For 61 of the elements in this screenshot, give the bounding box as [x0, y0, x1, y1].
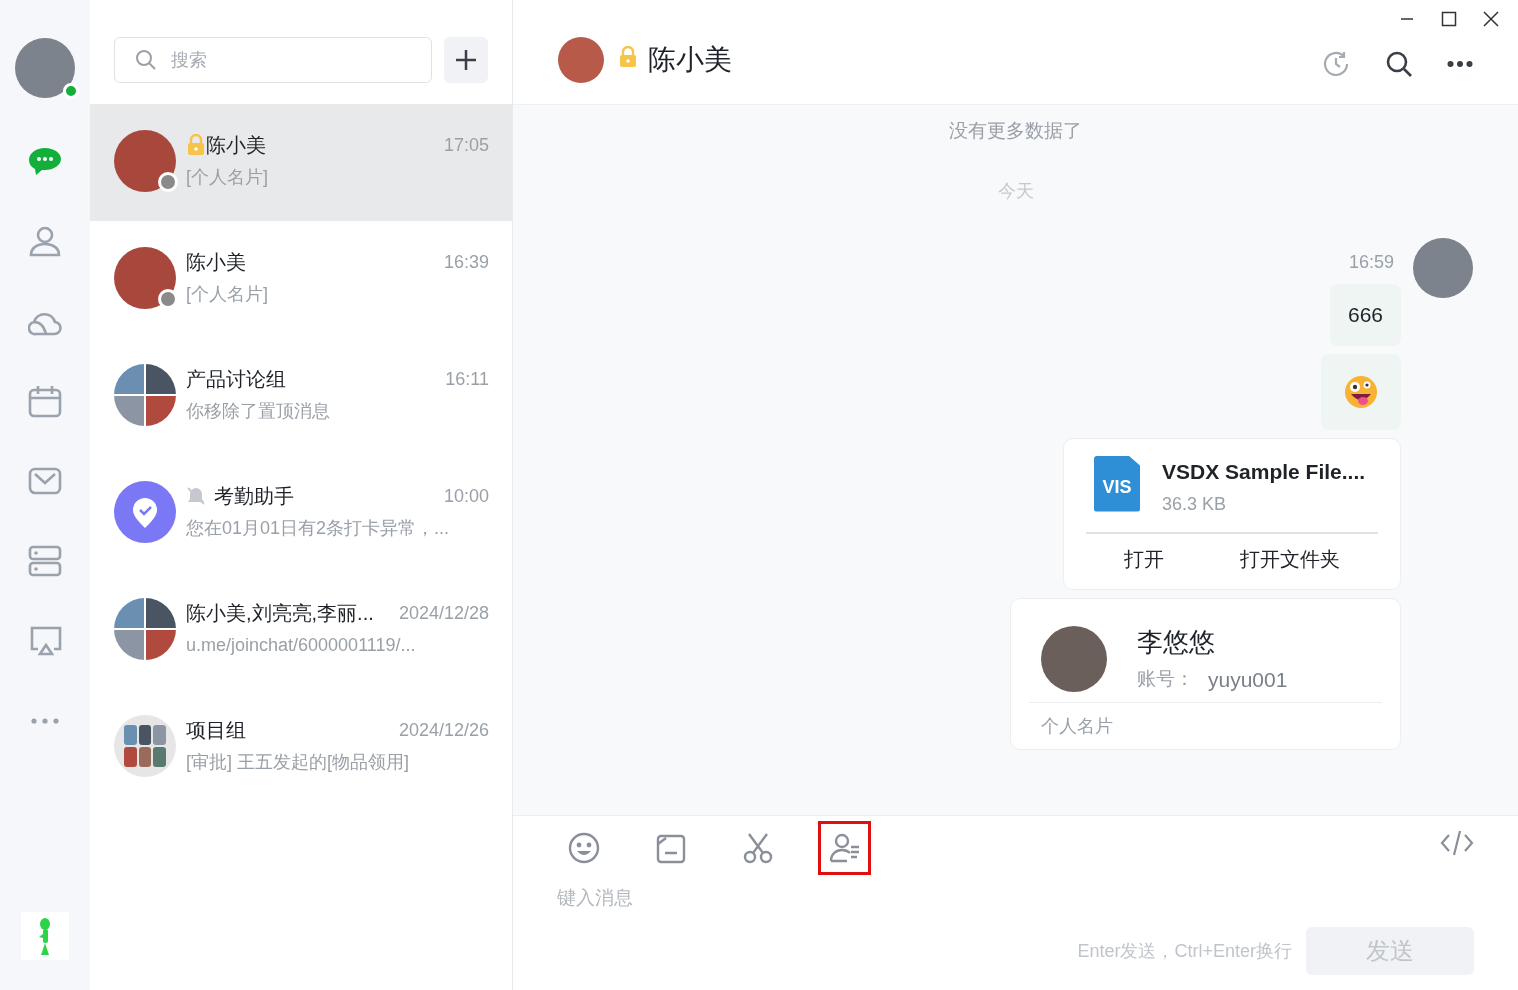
file-action-link[interactable]: 打开 — [1120, 544, 1168, 574]
contact-name: 考勤助手 — [214, 484, 294, 509]
person-icon[interactable] — [28, 224, 62, 258]
screen-icon[interactable] — [28, 624, 62, 658]
message-time: 10:00 — [442, 484, 489, 508]
message-preview: [个人名片] — [186, 283, 268, 306]
contact-name: 产品讨论组 — [186, 367, 286, 392]
message-input[interactable]: 键入消息 — [557, 884, 1357, 913]
message-preview: 您在01月01日有2条打卡异常，... — [186, 517, 450, 540]
account-label: 账号： — [1137, 667, 1194, 692]
file-action-link[interactable]: 打开文件夹 — [1236, 544, 1344, 574]
message-time: 2024/12/28 — [397, 601, 489, 625]
file-name: VSDX Sample File.... — [1162, 458, 1366, 485]
chat-title: 陈小美 — [648, 43, 732, 77]
chat-list-item[interactable]: 陈小美 16:39 [个人名片] — [90, 221, 512, 338]
chat-list-item[interactable]: 项目组 2024/12/26 [审批] 王五发起的[物品领用] — [90, 689, 512, 806]
code-icon[interactable] — [1440, 828, 1474, 858]
plus-icon — [455, 49, 477, 71]
contact-card-icon — [827, 831, 862, 865]
message-preview: 你移除了置顶消息 — [186, 400, 330, 423]
maximize-icon[interactable] — [1440, 10, 1458, 28]
add-button[interactable] — [444, 37, 488, 83]
chat-list-item[interactable]: 产品讨论组 16:11 你移除了置顶消息 — [90, 338, 512, 455]
contact-name: 陈小美 — [186, 250, 246, 275]
close-icon[interactable] — [1482, 10, 1500, 28]
message-time: 2024/12/26 — [397, 718, 489, 742]
search-field[interactable]: 搜索 — [114, 37, 432, 83]
message-time: 16:59 — [1348, 250, 1394, 274]
chat-list-item[interactable]: 陈小美,刘亮亮,李丽... 2024/12/28 u.me/joinchat/6000001119/... — [90, 572, 512, 689]
message-time: 16:11 — [444, 367, 489, 391]
account-id: yuyu001 — [1208, 666, 1288, 693]
avatar-photo — [1413, 238, 1473, 298]
calendar-icon[interactable] — [28, 384, 62, 418]
contact-name: 李悠悠 — [1137, 625, 1216, 659]
message-preview: [审批] 王五发起的[物品领用] — [186, 751, 409, 774]
system-notice: 没有更多数据了 — [949, 119, 1082, 143]
message-preview: [个人名片] — [186, 166, 268, 189]
avatar-photo — [15, 38, 75, 98]
history-icon[interactable] — [1321, 49, 1351, 79]
chat-list-item[interactable]: 考勤助手 10:00 您在01月01日有2条打卡异常，... — [90, 455, 512, 572]
message-preview: u.me/joinchat/6000001119/... — [186, 634, 416, 657]
message-time: 16:39 — [442, 250, 489, 274]
search-icon[interactable] — [1385, 50, 1413, 78]
search-icon — [134, 48, 158, 72]
message-time: 17:05 — [442, 133, 489, 157]
contact-name: 项目组 — [186, 718, 246, 743]
card-type-label: 个人名片 — [1040, 714, 1113, 738]
contact-name: 陈小美 — [206, 133, 266, 158]
contact-card-button[interactable] — [818, 821, 871, 875]
crazy-face-emoji-icon — [1344, 374, 1378, 409]
file-icon: VIS — [1094, 455, 1140, 512]
server-icon[interactable] — [28, 544, 62, 578]
avatar-photo — [558, 37, 604, 83]
shortcut-hint: Enter发送，Ctrl+Enter换行 — [1077, 939, 1292, 963]
emoji-icon — [566, 831, 601, 865]
file-size: 36.3 KB — [1162, 493, 1228, 516]
more-icon[interactable] — [1447, 60, 1473, 68]
contact-name: 陈小美,刘亮亮,李丽... — [186, 601, 374, 626]
message-bubble: 666 — [1329, 283, 1401, 346]
chat-list-item[interactable]: 陈小美 17:05 [个人名片] — [90, 104, 512, 221]
check-pin-avatar-icon — [114, 481, 176, 543]
